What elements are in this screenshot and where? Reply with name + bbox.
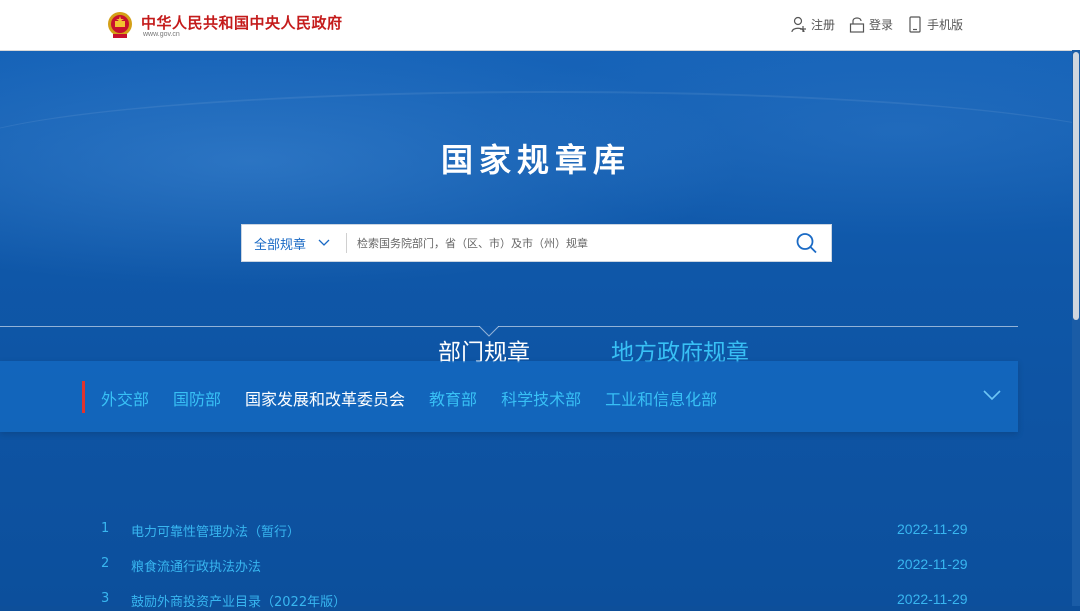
search-bar: 全部规章 <box>241 224 832 262</box>
lock-icon <box>849 17 865 33</box>
user-add-icon <box>791 16 806 33</box>
category-list: 外交部 国防部 国家发展和改革委员会 教育部 科学技术部 工业和信息化部 <box>101 386 741 410</box>
item-date: 2022-11-29 <box>897 556 968 572</box>
site-title[interactable]: 中华人民共和国中央人民政府 <box>141 12 343 33</box>
mobile-icon <box>909 16 921 33</box>
list-item[interactable]: 3 鼓励外商投资产业目录（2022年版） 2022-11-29 <box>0 591 1072 611</box>
item-title[interactable]: 鼓励外商投资产业目录（2022年版） <box>131 591 346 610</box>
login-label: 登录 <box>868 18 893 32</box>
scope-label: 全部规章 <box>254 237 307 253</box>
item-number: 1 <box>101 521 110 536</box>
expand-chevron-icon[interactable] <box>982 388 1002 402</box>
list-item[interactable]: 1 电力可靠性管理办法（暂行） 2022-11-29 <box>0 521 1072 541</box>
category-accent <box>82 381 85 413</box>
category-science-tech[interactable]: 科学技术部 <box>501 386 581 410</box>
active-tab-indicator-icon <box>479 326 499 337</box>
category-education[interactable]: 教育部 <box>429 386 477 410</box>
item-title[interactable]: 电力可靠性管理办法（暂行） <box>131 521 300 540</box>
scrollbar-thumb[interactable] <box>1073 52 1079 320</box>
login-link[interactable]: 登录 <box>849 16 893 33</box>
category-ndrc[interactable]: 国家发展和改革委员会 <box>245 386 405 410</box>
category-defense[interactable]: 国防部 <box>173 386 221 410</box>
scope-dropdown[interactable]: 全部规章 <box>242 225 346 261</box>
item-title[interactable]: 粮食流通行政执法办法 <box>131 556 261 575</box>
top-links: 注册 登录 手机版 <box>791 16 963 33</box>
register-link[interactable]: 注册 <box>791 16 835 33</box>
item-number: 2 <box>101 556 110 571</box>
item-date: 2022-11-29 <box>897 521 968 537</box>
register-label: 注册 <box>810 18 835 32</box>
list-item[interactable]: 2 粮食流通行政执法办法 2022-11-29 <box>0 556 1072 576</box>
tab-divider <box>0 326 1018 327</box>
site-url: www.gov.cn <box>143 31 180 38</box>
category-industry-it[interactable]: 工业和信息化部 <box>605 386 717 410</box>
mobile-label: 手机版 <box>926 18 963 32</box>
search-input[interactable] <box>357 225 777 261</box>
page-title: 国家规章库 <box>440 141 631 179</box>
top-header: 中华人民共和国中央人民政府 www.gov.cn 注册 登录 手机版 <box>0 0 1080 51</box>
national-emblem-icon[interactable] <box>107 11 133 39</box>
chevron-down-icon <box>318 239 330 246</box>
search-icon[interactable] <box>795 232 819 254</box>
search-divider <box>346 233 347 253</box>
item-number: 3 <box>101 591 110 606</box>
category-foreign-affairs[interactable]: 外交部 <box>101 386 149 410</box>
mobile-link[interactable]: 手机版 <box>907 16 963 33</box>
item-date: 2022-11-29 <box>897 591 968 607</box>
category-bar: 外交部 国防部 国家发展和改革委员会 教育部 科学技术部 工业和信息化部 <box>0 361 1018 432</box>
